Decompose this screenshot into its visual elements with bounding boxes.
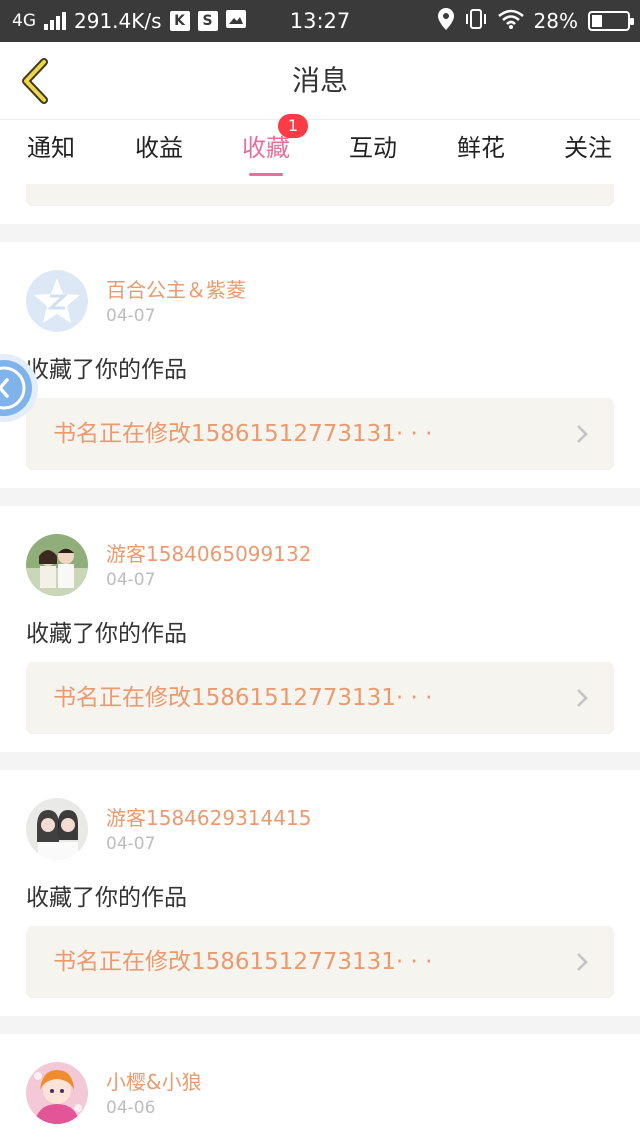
message-date: 04-07 xyxy=(106,570,156,590)
message-list: 百合公主＆紫菱 04-07 收藏了你的作品 书名正在修改158615127731… xyxy=(0,184,640,1138)
tab-label: 通知 xyxy=(27,134,75,162)
vibrate-icon xyxy=(464,8,488,35)
list-item: 游客1584629314415 04-07 收藏了你的作品 书名正在修改1586… xyxy=(0,770,640,1016)
book-link[interactable] xyxy=(26,184,614,206)
message-text: 收藏了你的作品 xyxy=(26,885,187,911)
book-title: 书名正在修改15861512773131· · · xyxy=(53,949,433,975)
status-right: 28% xyxy=(437,0,634,42)
tab-label: 鲜花 xyxy=(457,134,505,162)
page-title: 消息 xyxy=(291,64,348,97)
active-tab-indicator xyxy=(249,173,283,176)
book-link[interactable]: 书名正在修改15861512773131· · · xyxy=(26,926,614,998)
chevron-right-icon xyxy=(577,425,588,443)
double-chevron-left-icon xyxy=(0,354,38,422)
chevron-right-icon xyxy=(577,689,588,707)
message-date: 04-07 xyxy=(106,306,156,326)
book-title: 书名正在修改15861512773131· · · xyxy=(53,421,433,447)
list-item: 百合公主＆紫菱 04-07 收藏了你的作品 书名正在修改158615127731… xyxy=(0,242,640,488)
list-item xyxy=(0,184,640,224)
anime-avatar-icon xyxy=(26,1062,88,1124)
message-date: 04-07 xyxy=(106,834,156,854)
tab-flowers[interactable]: 鲜花 xyxy=(441,120,521,184)
chevron-right-icon xyxy=(577,953,588,971)
qq-default-avatar-icon xyxy=(26,270,88,332)
avatar[interactable] xyxy=(26,1062,88,1124)
user-name[interactable]: 小樱&小狼 xyxy=(106,1066,202,1095)
location-icon xyxy=(437,7,454,35)
tab-label: 互动 xyxy=(349,134,397,162)
battery-icon xyxy=(588,11,634,31)
wifi-icon xyxy=(497,9,524,34)
tab-bar: 通知 收益 收藏 1 互动 鲜花 关注 xyxy=(0,114,640,184)
user-name[interactable]: 游客1584065099132 xyxy=(106,538,311,567)
tab-label: 收益 xyxy=(135,134,183,162)
user-name[interactable]: 百合公主＆紫菱 xyxy=(106,274,246,303)
avatar[interactable] xyxy=(26,270,88,332)
tab-favorites[interactable]: 收藏 1 xyxy=(226,114,308,184)
message-date: 04-06 xyxy=(106,1098,156,1118)
tab-label: 收藏 xyxy=(242,134,290,162)
tab-notifications[interactable]: 通知 xyxy=(11,120,91,184)
girls-photo-avatar-icon xyxy=(26,798,88,860)
battery-percent: 28% xyxy=(533,9,578,33)
user-name[interactable]: 游客1584629314415 xyxy=(106,802,311,831)
tab-following[interactable]: 关注 xyxy=(548,120,628,184)
list-item: 小樱&小狼 04-06 xyxy=(0,1034,640,1138)
unread-badge: 1 xyxy=(278,114,308,138)
couple-photo-avatar-icon xyxy=(26,534,88,596)
nav-bar: 消息 xyxy=(0,42,640,120)
book-title: 书名正在修改15861512773131· · · xyxy=(53,685,433,711)
book-link[interactable]: 书名正在修改15861512773131· · · xyxy=(26,398,614,470)
tab-earnings[interactable]: 收益 xyxy=(119,120,199,184)
tab-label: 关注 xyxy=(564,134,612,162)
message-text: 收藏了你的作品 xyxy=(26,357,187,383)
avatar[interactable] xyxy=(26,534,88,596)
floating-collapse-button[interactable] xyxy=(0,344,38,432)
tab-interactions[interactable]: 互动 xyxy=(333,120,413,184)
message-text: 收藏了你的作品 xyxy=(26,621,187,647)
status-bar: 4G 291.4K/s K S 13:27 28% xyxy=(0,0,640,42)
list-item: 游客1584065099132 04-07 收藏了你的作品 书名正在修改1586… xyxy=(0,506,640,752)
avatar[interactable] xyxy=(26,798,88,860)
book-link[interactable]: 书名正在修改15861512773131· · · xyxy=(26,662,614,734)
